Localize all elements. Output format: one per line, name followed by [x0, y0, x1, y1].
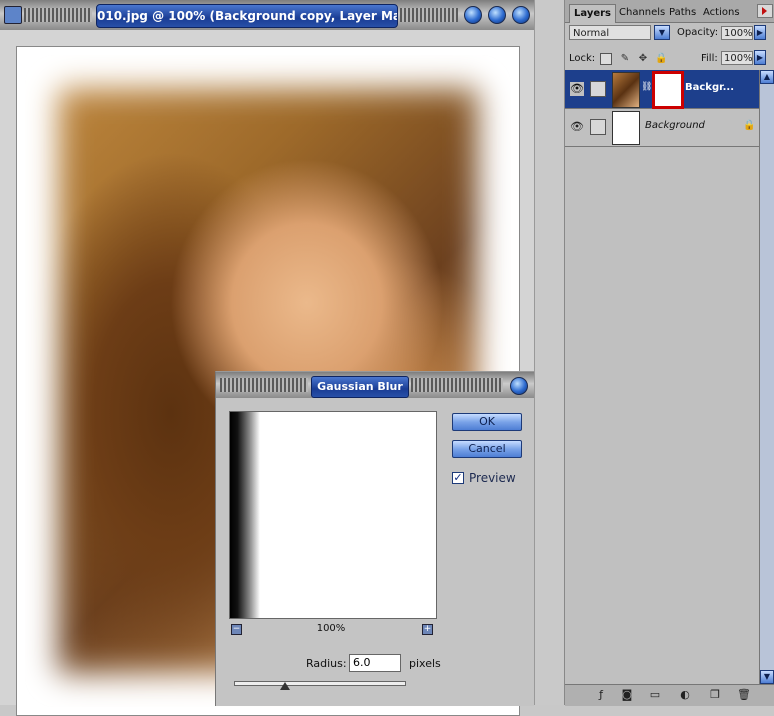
fill-field[interactable]: 100% [721, 51, 753, 65]
layers-bottom-bar: ƒ ◙ ▭ ◐ ❐ 🗑 [565, 684, 774, 706]
layer-style-icon[interactable]: ƒ [595, 689, 607, 701]
title-grip-right [400, 8, 458, 22]
layers-scrollbar[interactable]: ▲ ▼ [759, 70, 774, 684]
minimize-icon[interactable] [464, 6, 482, 24]
scroll-up-icon[interactable]: ▲ [760, 70, 774, 84]
tab-paths[interactable]: Paths [669, 4, 696, 22]
preview-label: Preview [469, 471, 516, 485]
lock-icon: 🔒 [743, 120, 756, 131]
add-mask-icon[interactable]: ◙ [621, 689, 633, 701]
radius-label: Radius: [306, 657, 347, 670]
opacity-arrow-icon[interactable]: ▶ [754, 25, 766, 40]
new-layer-icon[interactable]: ❐ [709, 689, 721, 701]
ok-button[interactable]: OK [452, 413, 522, 431]
preview-checkbox[interactable]: ✓ [452, 472, 464, 484]
lock-move-icon[interactable]: ✥ [637, 53, 649, 65]
preview-pane[interactable] [229, 411, 437, 619]
zoom-out-button[interactable]: − [231, 624, 242, 635]
layer-row-background-copy[interactable]: 👁 ⛓ Backgr... [565, 70, 759, 109]
document-title: 010.jpg @ 100% (Background copy, Layer M… [96, 4, 398, 28]
eye-icon[interactable]: 👁 [570, 120, 584, 134]
fill-arrow-icon[interactable]: ▶ [754, 50, 766, 65]
close-icon[interactable] [512, 6, 530, 24]
document-titlebar[interactable]: 010.jpg @ 100% (Background copy, Layer M… [0, 0, 534, 30]
lock-label: Lock: [569, 53, 596, 64]
layer-thumbnail[interactable] [612, 111, 640, 145]
new-group-icon[interactable]: ▭ [649, 689, 661, 701]
mask-thumbnail[interactable] [652, 71, 684, 109]
panel-menu-icon[interactable] [757, 4, 773, 18]
dialog-titlebar[interactable]: Gaussian Blur [216, 372, 534, 398]
preview-image [230, 412, 260, 618]
title-grip [24, 8, 92, 22]
link-icon[interactable]: ⛓ [641, 82, 652, 92]
radius-slider[interactable] [234, 681, 406, 686]
radius-input[interactable] [349, 654, 401, 672]
layer-name[interactable]: Backgr... [685, 82, 734, 93]
blend-mode-select[interactable]: Normal [569, 25, 651, 40]
dialog-grip-right [411, 378, 503, 392]
zoom-in-button[interactable]: + [422, 624, 433, 635]
lock-brush-icon[interactable]: ✎ [619, 53, 631, 65]
scroll-down-icon[interactable]: ▼ [760, 670, 774, 684]
layer-row-background[interactable]: 👁 Background 🔒 [565, 109, 759, 147]
zoom-level: 100% [316, 623, 346, 634]
layer-thumbnail[interactable] [612, 72, 640, 108]
lock-transparency-icon[interactable] [600, 53, 612, 65]
dialog-close-icon[interactable] [510, 377, 528, 395]
document-icon[interactable] [4, 6, 22, 24]
pixels-label: pixels [409, 657, 441, 670]
trash-icon[interactable]: 🗑 [737, 689, 751, 701]
fill-label: Fill: [701, 53, 718, 64]
adjustment-layer-icon[interactable]: ◐ [679, 689, 691, 701]
layer-name[interactable]: Background [645, 120, 705, 131]
tab-channels[interactable]: Channels [619, 4, 665, 22]
layer-link-slot[interactable] [590, 119, 606, 135]
window-divider [534, 0, 565, 705]
tab-layers[interactable]: Layers [569, 4, 616, 23]
chevron-down-icon[interactable]: ▼ [654, 25, 670, 40]
gaussian-blur-dialog: Gaussian Blur − 100% + OK Cancel ✓ Previ… [215, 371, 534, 706]
dialog-title: Gaussian Blur [311, 376, 409, 398]
cancel-button[interactable]: Cancel [452, 440, 522, 458]
layers-panel: Layers Channels Paths Actions Normal ▼ O… [564, 0, 774, 706]
panel-tabs: Layers Channels Paths Actions [565, 0, 774, 23]
opacity-label: Opacity: [677, 27, 719, 38]
opacity-field[interactable]: 100% [721, 26, 753, 40]
eye-icon[interactable]: 👁 [570, 82, 584, 96]
dialog-grip [220, 378, 308, 392]
layer-mask-indicator[interactable] [590, 81, 606, 97]
radius-slider-thumb[interactable] [280, 682, 290, 690]
tab-actions[interactable]: Actions [703, 4, 740, 22]
maximize-icon[interactable] [488, 6, 506, 24]
lock-all-icon[interactable]: 🔒 [655, 53, 667, 65]
